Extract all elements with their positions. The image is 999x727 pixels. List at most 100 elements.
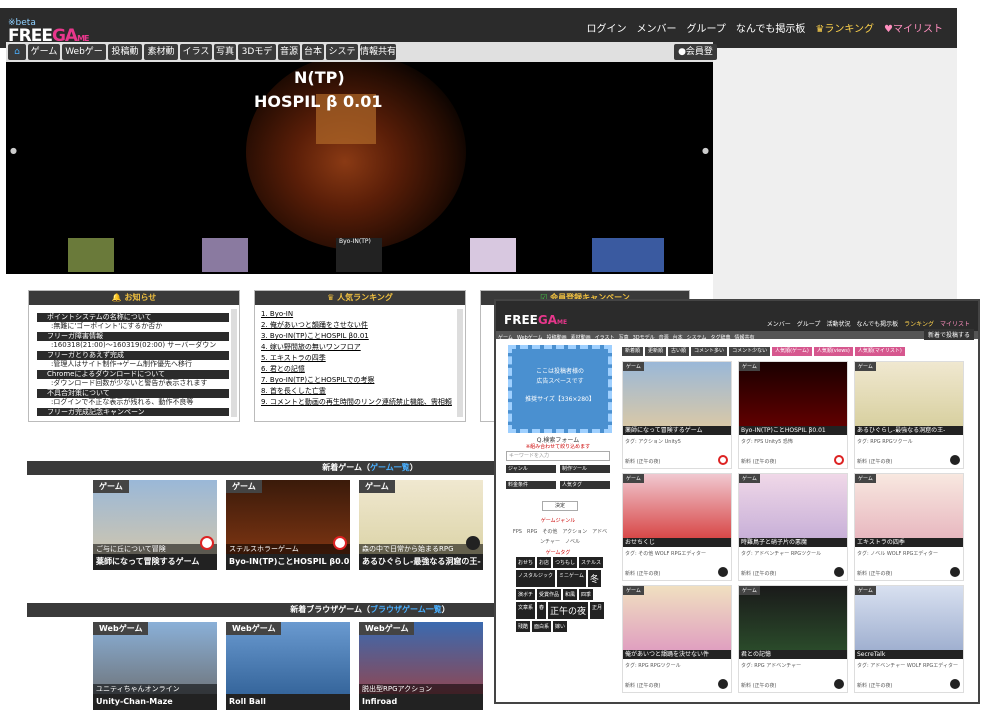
cat-script[interactable]: 台本 [302,44,324,60]
nav-login[interactable]: ログイン [586,20,626,35]
signup-button[interactable]: ●会員登録 [674,44,717,73]
inset-nav-board[interactable]: なんでも掲示板 [856,319,898,328]
tag[interactable]: つちもし [553,557,578,568]
inset-menu-item[interactable]: 投稿動画 [545,334,569,342]
news-item[interactable]: フリーガ完成記念キャンペーン [37,408,229,416]
tag[interactable]: ミニゲーム [557,570,586,587]
hero-slider[interactable]: N(TP) HOSPIL β 0.01 ● ● Byo-IN(TP) [6,62,713,274]
browser-game-card[interactable]: Webゲーム ユニティちゃんオンライン Unity-Chan-Maze [93,622,217,710]
cat-system[interactable]: システム [326,44,358,73]
nav-mylist[interactable]: ♥マイリスト [884,20,943,35]
home-button[interactable]: ⌂ [8,44,26,60]
inset-nav-activity[interactable]: 活動状況 [826,319,850,328]
nav-members[interactable]: メンバー [636,20,676,35]
inset-game-card[interactable]: ゲーム 俺があいつと韻踊を決せない件 タグ: RPG RPGツクール 新料 (正午の夜… [622,585,732,693]
slide-thumb[interactable] [202,238,248,272]
sort-option[interactable]: 古い順 [668,347,690,356]
tag[interactable]: 残酷 [516,621,531,632]
inset-menu-item[interactable]: 情報共有 [733,334,757,342]
tag[interactable]: 文章系 [516,602,536,619]
game-card[interactable]: ゲーム ステルスホラーゲーム Byo-IN(TP)ことHOSPIL β0.01 [226,480,350,570]
inset-search-input[interactable]: キーワードを入力 [506,451,610,461]
tag[interactable]: 和風 [563,589,578,600]
news-item[interactable]: Chromeによるダウンロードについて:ダウンロード回数が少ないと警告が表示され… [37,370,229,388]
tag[interactable]: ノスタルジック [516,570,556,587]
nav-groups[interactable]: グループ [686,20,725,35]
news-item[interactable]: フリーガ障害情報:160318(21:00)〜160319(02:00) サーバ… [37,332,229,350]
inset-ad-space[interactable]: ここは投稿者様の 広告スペースです 推奨サイズ【336×280】 [508,345,612,433]
sort-option[interactable]: 人気順(ゲーム) [772,347,812,356]
new-browser-link[interactable]: ブラウザゲーム一覧 [370,605,442,614]
inset-game-card[interactable]: ゲーム エキストラの四季 タグ: ノベル WOLF RPGエディター 新料 (正午の夜… [854,473,964,581]
tag[interactable]: 四季 [579,589,594,600]
tag[interactable]: ステルス [579,557,604,568]
browser-game-card[interactable]: Webゲーム Roll Ball [226,622,350,710]
tag[interactable]: 受賞作品 [537,589,562,600]
prev-slide-icon[interactable]: ● [10,146,17,155]
ranking-item[interactable]: 1. Byo-IN [261,309,459,319]
inset-price-select[interactable]: 料金条件 [506,481,556,489]
cat-material[interactable]: 素材動画 [144,44,178,73]
inset-menu-item[interactable]: 台本 [671,334,685,342]
tag[interactable]: 嫁い [553,621,568,632]
ranking-item[interactable]: 7. Byo-IN(TP)ことHOSPILでの考察 [261,375,459,385]
ranking-scrollbar[interactable] [457,309,463,417]
inset-tool-select[interactable]: 制作ツール [560,465,610,473]
inset-menu-item[interactable]: 写真 [617,334,631,342]
news-item[interactable]: 不具合対策について:ログインで不正な表示が残れる、動作不良等 [37,389,229,407]
game-card[interactable]: ゲーム ご与に丘について冒険 薬師になって冒険するゲーム [93,480,217,570]
tag[interactable]: 冬 [587,570,601,587]
inset-game-card[interactable]: ゲーム 薬師になって冒険するゲーム タグ: アクション Unity5 新料 (正午の夜… [622,361,732,469]
ranking-item[interactable]: 4. 嫁い野間旅の無いワンフロア [261,342,459,352]
ranking-item[interactable]: 2. 俺があいつと韻踊をさせない件 [261,320,459,330]
inset-genre-list[interactable]: FPS RPG その他 アクション アドベンチャー ノベル [512,527,608,547]
inset-game-card[interactable]: ゲーム SecreTalk タグ: アドベンチャー WOLF RPGエディター 新料 … [854,585,964,693]
inset-nav-ranking[interactable]: ランキング [904,319,934,328]
inset-post-button[interactable]: 新着で投稿する [923,329,974,340]
inset-menu-item[interactable]: 素材動画 [569,334,593,342]
next-slide-icon[interactable]: ● [702,146,709,155]
nav-ranking[interactable]: ♛ランキング [815,20,874,35]
cat-info[interactable]: 情報共有 [360,44,396,60]
inset-menu-item[interactable]: 3Dモデル [631,334,657,342]
ranking-item[interactable]: 8. 首を長くした亡霊 [261,386,459,396]
ranking-item[interactable]: 5. エキストラの四季 [261,353,459,363]
inset-nav-mylist[interactable]: マイリスト [940,319,970,328]
inset-submit-button[interactable]: 決定 [542,501,578,511]
inset-logo[interactable]: FREEGAME [504,313,567,327]
inset-game-card[interactable]: ゲーム 時難鳥子と硝子片の悪魔 タグ: アドベンチャー RPGツクール 新料 (正午の… [738,473,848,581]
tag[interactable]: 正午の夜 [548,602,589,619]
slide-thumb[interactable] [470,238,516,272]
inset-nav-members[interactable]: メンバー [767,319,791,328]
inset-game-card[interactable]: ゲーム 君との記憶 タグ: RPG アドベンチャー 新料 (正午の夜) [738,585,848,693]
sort-option[interactable]: コメント多い [691,347,728,356]
browser-game-card[interactable]: Webゲーム 脱出型RPGアクション Infiroad [359,622,483,710]
inset-menu-item[interactable]: 音源 [657,334,671,342]
ranking-item[interactable]: 3. Byo-IN(TP)ことHOSPIL β0.01 [261,331,459,341]
game-card[interactable]: ゲーム 森の中で日常から始まるRPG あるひぐらし-最強なる洞窟の王- [359,480,483,570]
cat-3d[interactable]: 3Dモデル [238,44,276,73]
inset-game-card[interactable]: ゲーム Byo-IN(TP)ことHOSPIL β0.01 タグ: FPS Unity… [738,361,848,469]
tag[interactable]: おせち [516,557,536,568]
inset-menu-item[interactable]: ゲーム [496,334,515,342]
slide-thumb[interactable] [68,238,114,272]
cat-webgame[interactable]: Webゲーム [62,44,106,73]
tag[interactable]: お店 [537,557,552,568]
news-item[interactable]: フリーガとりあえず完成:管理人はサイト制作→ゲーム制作優先へ移行 [37,351,229,369]
tag[interactable]: 正月 [590,602,605,619]
sort-option[interactable]: 人気順(マイリスト) [854,347,905,356]
nav-board[interactable]: なんでも掲示板 [736,20,806,35]
new-games-link[interactable]: ゲーム一覧 [370,463,410,472]
sort-option[interactable]: 新着順 [622,347,644,356]
ranking-item[interactable]: 9. コメントと動画の再生時間のリンク連続禁止機能、需相頼 [261,397,459,407]
tag[interactable]: 演ボチ [516,589,536,600]
tag[interactable]: 春 [537,602,547,619]
inset-game-card[interactable]: ゲーム あるひぐらし-最強なる洞窟の王- タグ: RPG RPGツクール 新料 (正午… [854,361,964,469]
slide-thumb[interactable] [592,238,664,272]
inset-menu-item[interactable]: イラスト [593,334,617,342]
ranking-item[interactable]: 6. 君との記憶 [261,364,459,374]
cat-video[interactable]: 投稿動画 [108,44,142,73]
cat-photo[interactable]: 写真 [214,44,236,60]
sort-option[interactable]: 更新順 [645,347,667,356]
inset-menu-item[interactable]: タグ辞典 [709,334,733,342]
